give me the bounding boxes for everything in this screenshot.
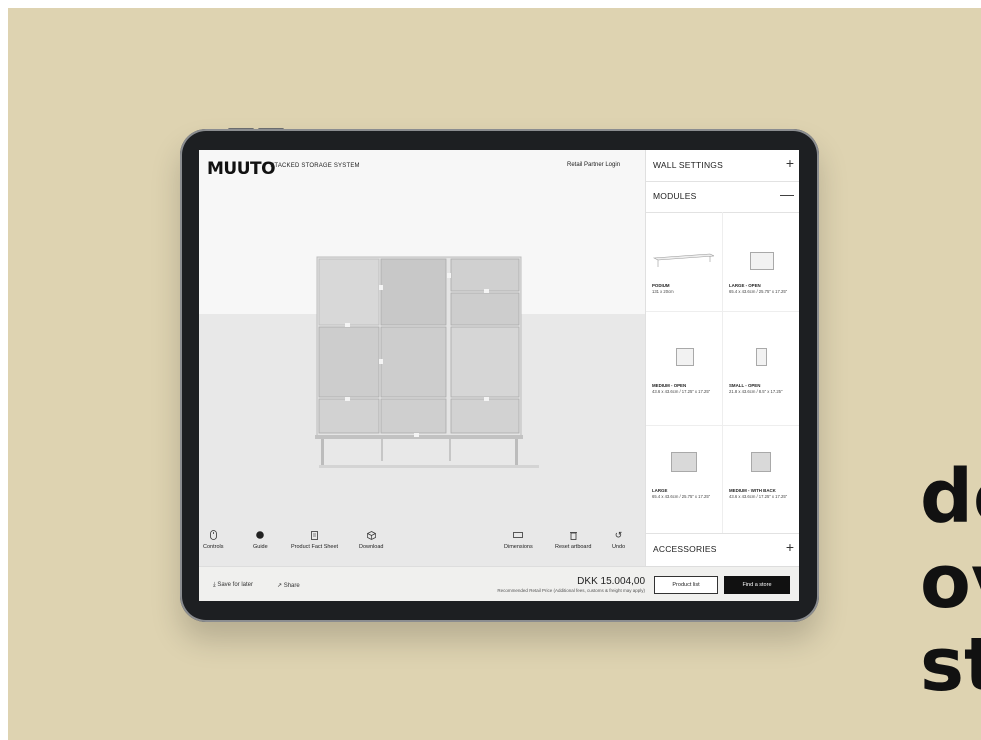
modules-header[interactable]: MODULES —: [646, 181, 799, 213]
price-note: Recommended Retail Price (Additional fee…: [497, 588, 645, 593]
breadcrumb-label: STACKED STORAGE SYSTEM: [270, 163, 360, 169]
product-list-button[interactable]: Product list: [654, 576, 718, 594]
modules-grid: PODIUM 131 x 20cm LARGE - OPEN 65.4 x 43…: [646, 212, 799, 534]
medium-open-image: [676, 348, 694, 366]
module-dims: 43.6 x 43.6cm / 17.25" x 17.25": [652, 389, 711, 394]
headline-line-3: st: [920, 622, 981, 708]
save-for-later-button[interactable]: ⤓ Save for later: [213, 582, 253, 589]
guide-label: Guide: [253, 544, 268, 550]
save-icon: ⤓: [213, 582, 216, 588]
module-podium[interactable]: PODIUM 131 x 20cm: [646, 212, 723, 312]
expand-icon: +: [785, 155, 794, 171]
module-dims: 65.4 x 43.6cm / 25.75" x 17.25": [729, 289, 788, 294]
footer-bar: ⤓ Save for later ↗ Share DKK 15.004,00 R…: [199, 566, 799, 601]
viewer-toolbar: Controls Guide Product Fact Sheet Downlo…: [199, 530, 645, 560]
module-name: LARGE - OPEN: [729, 283, 761, 288]
share-arrow-icon: ↗: [277, 583, 283, 589]
collapse-icon: —: [780, 186, 794, 202]
module-dims: 21.8 x 43.6cm / 8.5" x 17.25": [729, 389, 783, 394]
module-dims: 43.6 x 43.6cm / 17.25" x 17.25": [729, 494, 788, 499]
undo-icon: ↺: [614, 530, 623, 540]
back-arrow-icon: ←: [261, 163, 268, 169]
module-name: SMALL - OPEN: [729, 383, 761, 388]
module-large[interactable]: LARGE 65.4 x 43.6cm / 25.75" x 17.25": [646, 426, 723, 534]
headline-line-1: de: [920, 454, 981, 540]
module-medium-with-back[interactable]: MEDIUM - WITH BACK 43.6 x 43.6cm / 17.25…: [723, 426, 799, 534]
info-icon: [255, 530, 265, 540]
download-label: Download: [359, 544, 384, 550]
module-dims: 131 x 20cm: [652, 289, 674, 294]
save-label: Save for later: [217, 582, 254, 588]
accessories-label: ACCESSORIES: [653, 544, 717, 554]
share-button[interactable]: ↗ Share: [277, 582, 300, 589]
download-button[interactable]: Download: [359, 530, 383, 550]
headline-line-2: ov: [920, 539, 981, 625]
ruler-icon: [513, 530, 524, 540]
find-store-button[interactable]: Find a store: [724, 576, 790, 594]
module-name: MEDIUM - OPEN: [652, 383, 687, 388]
share-label: Share: [283, 583, 300, 589]
module-medium-open[interactable]: MEDIUM - OPEN 43.6 x 43.6cm / 17.25" x 1…: [646, 312, 723, 426]
wall-settings-header[interactable]: WALL SETTINGS +: [646, 150, 799, 182]
accessories-header[interactable]: ACCESSORIES +: [646, 533, 799, 566]
module-small-open[interactable]: SMALL - OPEN 21.8 x 43.6cm / 8.5" x 17.2…: [723, 312, 799, 426]
shelving-model[interactable]: [309, 253, 539, 468]
cube-icon: [366, 530, 376, 540]
3d-viewer[interactable]: MUUTO ← STACKED STORAGE SYSTEM Retail Pa…: [199, 150, 645, 601]
fact-sheet-label: Product Fact Sheet: [291, 544, 339, 550]
module-name: PODIUM: [652, 283, 670, 288]
trash-icon: [568, 530, 578, 540]
dimensions-button[interactable]: Dimensions: [504, 530, 533, 550]
wall-settings-label: WALL SETTINGS: [653, 160, 723, 170]
medium-with-back-image: [751, 452, 771, 472]
retail-login-link[interactable]: Retail Partner Login: [567, 162, 620, 168]
module-name: LARGE: [652, 488, 668, 493]
module-large-open[interactable]: LARGE - OPEN 65.4 x 43.6cm / 25.75" x 17…: [723, 212, 799, 312]
controls-label: Controls: [203, 544, 224, 550]
podium-image: [652, 253, 714, 267]
app-screen: MUUTO ← STACKED STORAGE SYSTEM Retail Pa…: [199, 150, 799, 601]
small-open-image: [756, 348, 767, 366]
controls-button[interactable]: Controls: [203, 530, 223, 550]
fact-sheet-button[interactable]: Product Fact Sheet: [291, 530, 338, 550]
module-dims: 65.4 x 43.6cm / 25.75" x 17.25": [652, 494, 711, 499]
reset-artboard-button[interactable]: Reset artboard: [555, 530, 591, 550]
muuto-logo[interactable]: MUUTO: [207, 159, 276, 179]
modules-label: MODULES: [653, 191, 697, 201]
guide-button[interactable]: Guide: [253, 530, 268, 550]
large-open-image: [750, 252, 774, 270]
dimensions-label: Dimensions: [504, 544, 533, 550]
reset-artboard-label: Reset artboard: [555, 544, 592, 550]
breadcrumb[interactable]: ← STACKED STORAGE SYSTEM: [261, 163, 360, 169]
large-image: [671, 452, 697, 472]
document-icon: [310, 530, 320, 540]
mouse-icon: [208, 530, 218, 540]
expand-icon: +: [785, 539, 794, 555]
total-price: DKK 15.004,00: [577, 576, 645, 587]
module-name: MEDIUM - WITH BACK: [729, 488, 776, 493]
side-panel: WALL SETTINGS + MODULES — PODIUM 131 x 2…: [645, 150, 799, 566]
undo-label: Undo: [612, 544, 626, 550]
undo-button[interactable]: ↺ Undo: [612, 530, 625, 550]
